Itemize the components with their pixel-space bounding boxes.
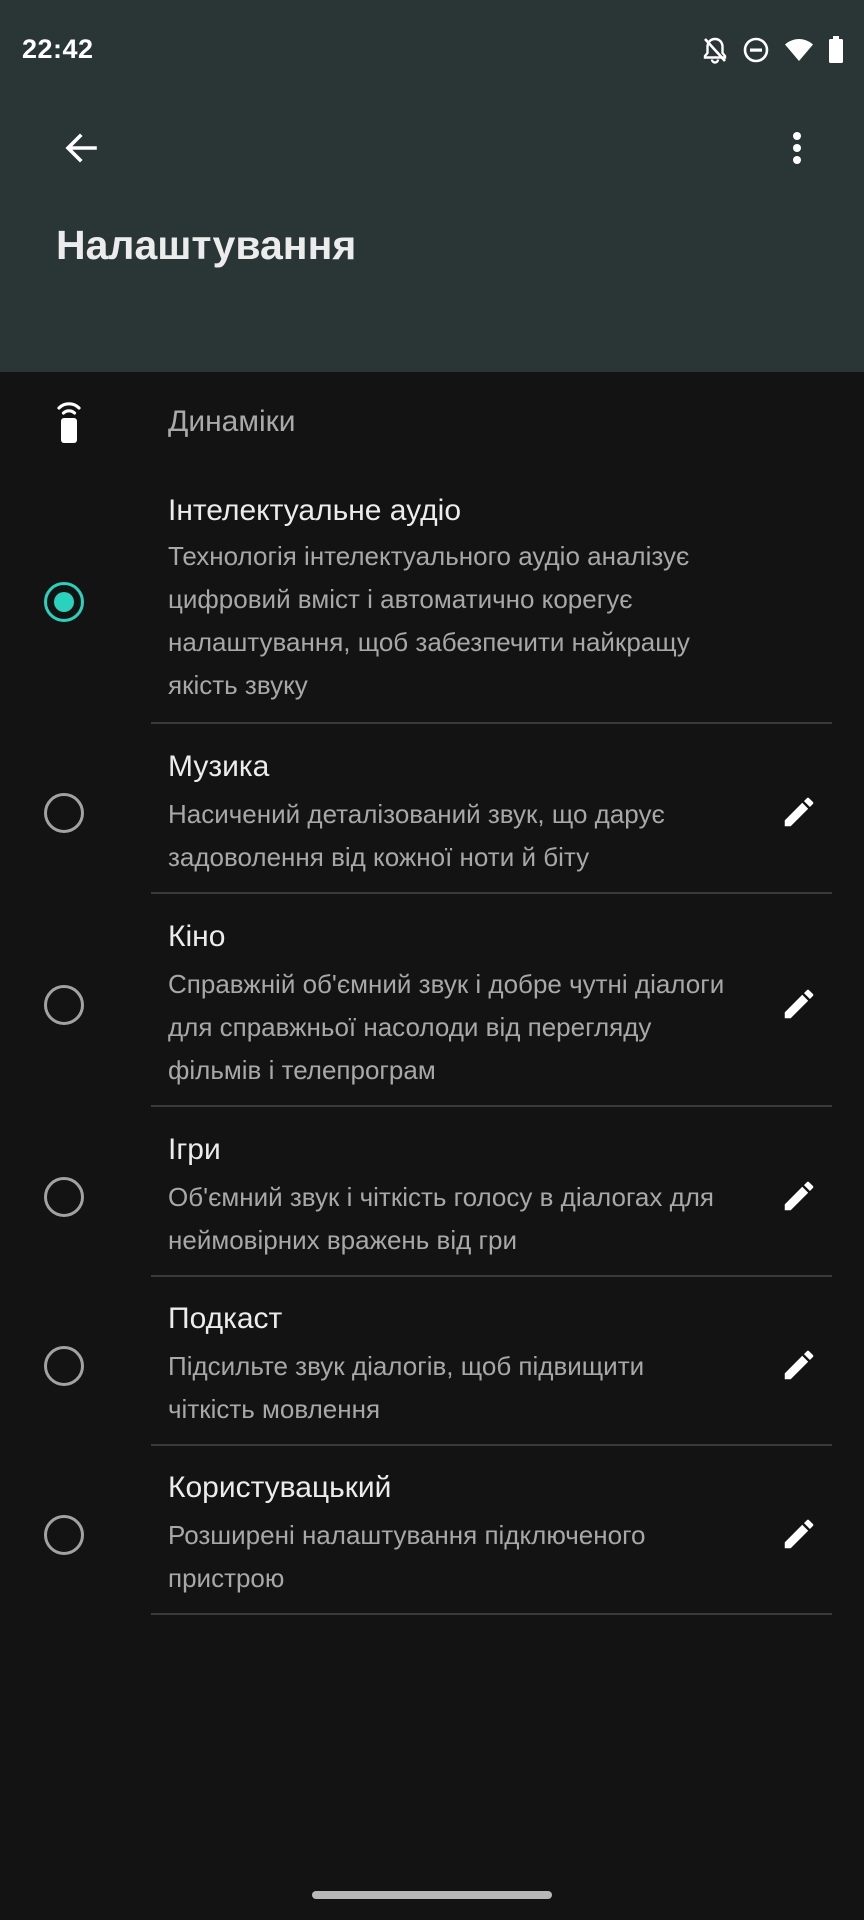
- option-title: Подкаст: [168, 1302, 283, 1335]
- divider: [151, 1444, 832, 1446]
- option-title: Ігри: [168, 1133, 221, 1166]
- option-title: Користувацький: [168, 1471, 392, 1504]
- back-button[interactable]: [58, 125, 104, 171]
- divider: [151, 1613, 832, 1615]
- option-description: Розширені налаштування підключеного прис…: [168, 1520, 646, 1593]
- option-custom[interactable]: Користувацький Розширені налаштування пі…: [0, 1447, 864, 1615]
- radio-button[interactable]: [44, 1177, 84, 1217]
- option-description: Об'ємний звук і чіткість голосу в діалог…: [168, 1182, 714, 1255]
- arrow-back-icon: [65, 133, 97, 163]
- page-title: Налаштування: [56, 222, 357, 268]
- edit-button[interactable]: [776, 1511, 822, 1557]
- status-time: 22:42: [22, 34, 94, 64]
- status-icons: [702, 34, 844, 66]
- edit-button[interactable]: [776, 981, 822, 1027]
- battery-icon: [829, 36, 843, 63]
- edit-button[interactable]: [776, 1173, 822, 1219]
- edit-pencil-icon: [784, 1181, 814, 1211]
- option-cinema[interactable]: Кіно Справжній об'ємний звук і добре чут…: [0, 896, 864, 1107]
- gesture-navigation-bar[interactable]: [312, 1891, 552, 1899]
- app-header: 22:42 Налаштування: [0, 0, 864, 372]
- edit-pencil-icon: [784, 1350, 814, 1380]
- radio-button[interactable]: [44, 793, 84, 833]
- notifications-off-icon: [703, 37, 727, 64]
- option-title: Кіно: [168, 920, 226, 953]
- option-description: Насичений деталізований звук, що дарує з…: [168, 799, 665, 872]
- radio-button-selected[interactable]: [44, 582, 84, 622]
- wifi-icon: [785, 39, 813, 61]
- option-title: Музика: [168, 750, 270, 783]
- option-title: Інтелектуальне аудіо: [168, 494, 461, 527]
- radio-button[interactable]: [44, 985, 84, 1025]
- option-description: Справжній об'ємний звук і добре чутні ді…: [168, 969, 725, 1085]
- edit-button[interactable]: [776, 1342, 822, 1388]
- option-intelligent-audio[interactable]: Інтелектуальне аудіо Технологія інтелект…: [0, 478, 864, 724]
- more-options-button[interactable]: [774, 125, 820, 171]
- speaker-icon: [57, 402, 81, 443]
- option-podcast[interactable]: Подкаст Підсильте звук діалогів, щоб під…: [0, 1278, 864, 1446]
- divider: [151, 892, 832, 894]
- option-games[interactable]: Ігри Об'ємний звук і чіткість голосу в д…: [0, 1109, 864, 1277]
- radio-button[interactable]: [44, 1515, 84, 1555]
- edit-pencil-icon: [784, 1519, 814, 1549]
- option-description: Підсильте звук діалогів, щоб підвищити ч…: [168, 1351, 645, 1424]
- option-music[interactable]: Музика Насичений деталізований звук, що …: [0, 726, 864, 894]
- more-vertical-icon: [793, 132, 801, 164]
- divider: [151, 1275, 832, 1277]
- edit-button[interactable]: [776, 789, 822, 835]
- edit-pencil-icon: [784, 989, 814, 1019]
- divider: [151, 722, 832, 724]
- do-not-disturb-icon: [743, 37, 769, 63]
- edit-pencil-icon: [784, 797, 814, 827]
- radio-button[interactable]: [44, 1346, 84, 1386]
- divider: [151, 1105, 832, 1107]
- section-title: Динаміки: [168, 405, 296, 438]
- option-description: Технологія інтелектуального аудіо аналіз…: [168, 541, 690, 700]
